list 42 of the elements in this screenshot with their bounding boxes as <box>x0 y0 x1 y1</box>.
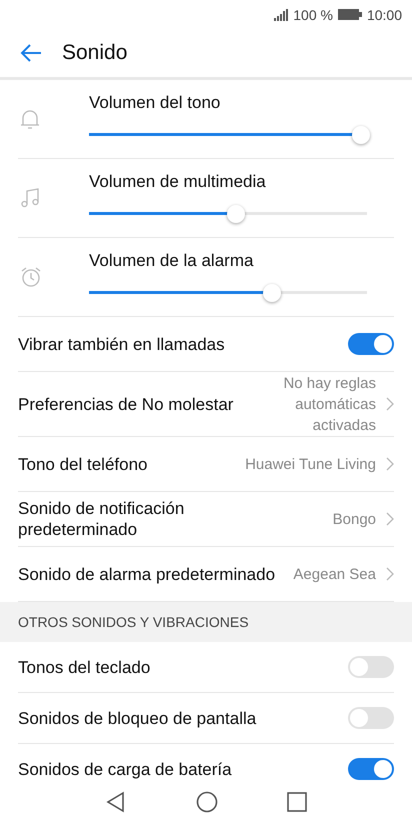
home-circle-icon[interactable] <box>196 791 218 813</box>
setting-label: Tonos del teclado <box>18 656 150 678</box>
signal-icon <box>274 8 288 21</box>
setting-value: Bongo <box>332 510 376 530</box>
toggle-switch[interactable] <box>348 758 394 780</box>
music-note-icon <box>20 188 40 208</box>
setting-value: No hay reglas automáticas activadas <box>282 374 376 436</box>
toggle-switch[interactable] <box>348 707 394 729</box>
setting-label: Sonido de notificación predeterminado <box>18 498 186 540</box>
setting-label: Vibrar también en llamadas <box>18 334 225 354</box>
back-triangle-icon[interactable] <box>104 791 127 813</box>
settings-row[interactable]: Sonido de notificación predeterminado Bongo <box>18 492 394 547</box>
setting-value: Huawei Tune Living <box>244 454 376 474</box>
chevron-right-icon <box>386 397 394 411</box>
volume-label: Volumen del tono <box>89 93 220 112</box>
battery-icon <box>338 9 362 20</box>
recent-apps-icon[interactable] <box>287 792 308 812</box>
alarm-clock-icon <box>20 266 42 288</box>
battery-percent: 100 % <box>293 6 333 23</box>
settings-row[interactable]: Tono del teléfono Huawei Tune Living <box>18 437 394 492</box>
setting-label: Tono del teléfono <box>18 454 148 474</box>
volume-label: Volumen de la alarma <box>89 251 254 270</box>
settings-row[interactable]: Preferencias de No molestar No hay reglas automáticas activadas <box>18 372 394 437</box>
section-title: OTROS SONIDOS Y VIBRACIONES <box>18 614 249 630</box>
setting-label: Sonido de alarma predeterminado <box>18 564 276 584</box>
bell-icon <box>20 108 40 130</box>
toggle-switch[interactable] <box>348 656 394 678</box>
clock-time: 10:00 <box>366 6 402 23</box>
setting-label: Preferencias de No molestar <box>18 394 234 414</box>
setting-label: Sonidos de carga de batería <box>18 758 232 780</box>
setting-label: Sonidos de bloqueo de pantalla <box>18 708 256 728</box>
chevron-right-icon <box>386 457 394 471</box>
toggle-switch[interactable] <box>348 333 394 355</box>
settings-row[interactable]: Sonidos de bloqueo de pantalla <box>18 693 394 744</box>
settings-row[interactable]: Vibrar también en llamadas <box>18 317 394 372</box>
setting-value: Aegean Sea <box>292 564 376 584</box>
back-arrow-icon[interactable] <box>20 44 42 62</box>
chevron-right-icon <box>386 512 394 526</box>
page-title: Sonido <box>62 41 128 66</box>
chevron-right-icon <box>386 567 394 581</box>
volume-label: Volumen de multimedia <box>89 172 266 191</box>
settings-row[interactable]: Tonos del teclado <box>18 642 394 693</box>
